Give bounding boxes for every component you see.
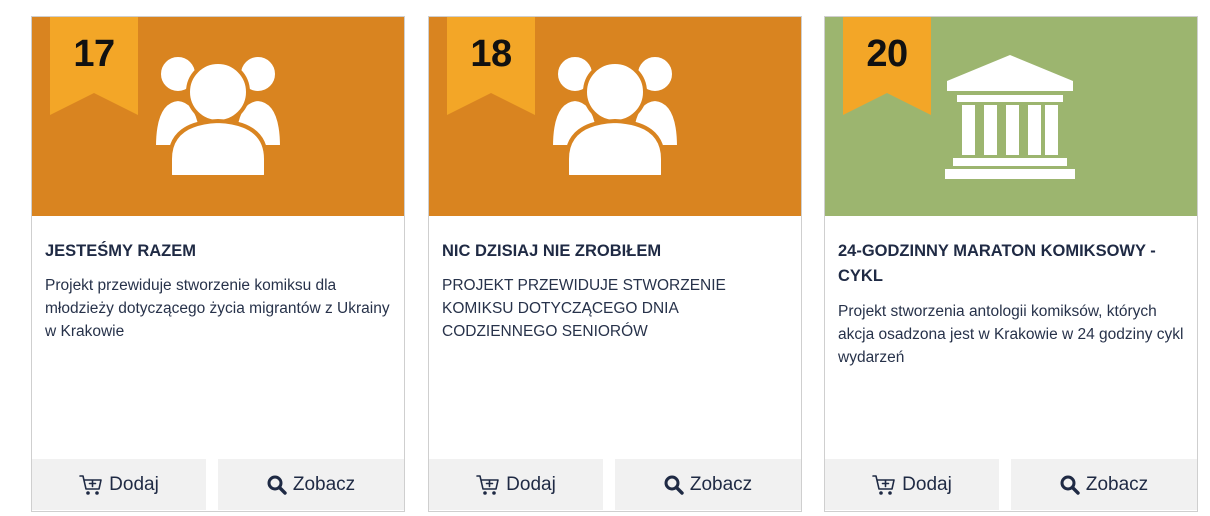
cart-icon: [872, 474, 895, 495]
search-icon: [664, 475, 684, 495]
people-group-icon: [154, 55, 282, 177]
search-icon: [1060, 475, 1080, 495]
badge-number: 17: [73, 33, 115, 75]
view-button[interactable]: Zobacz: [218, 459, 404, 510]
add-button-label: Dodaj: [902, 473, 952, 495]
badge-number: 20: [866, 33, 908, 75]
card-title[interactable]: JESTEŚMY RAZEM: [45, 239, 395, 264]
view-button-label: Zobacz: [292, 473, 356, 495]
cart-icon: [79, 474, 102, 495]
view-button[interactable]: Zobacz: [615, 459, 801, 510]
number-badge: 20: [843, 17, 931, 115]
card-description: Projekt przewiduje stworzenie komiksu dl…: [45, 277, 390, 340]
view-button-label: Zobacz: [1085, 473, 1149, 495]
add-to-cart-button[interactable]: Dodaj: [32, 459, 206, 510]
add-to-cart-button[interactable]: Dodaj: [825, 459, 999, 510]
search-icon: [267, 475, 287, 495]
card-description: Projekt stworzenia antologii komiksów, k…: [838, 303, 1184, 366]
project-card: 18 NIC DZISIAJ NIE ZROBIŁEM PROJEKT PRZE…: [428, 16, 802, 512]
card-image[interactable]: 17: [32, 17, 404, 216]
add-to-cart-button[interactable]: Dodaj: [429, 459, 603, 510]
number-badge: 17: [50, 17, 138, 115]
add-button-label: Dodaj: [109, 473, 159, 495]
badge-number: 18: [470, 33, 512, 75]
view-button[interactable]: Zobacz: [1011, 459, 1197, 510]
card-description: PROJEKT PRZEWIDUJE STWORZENIE KOMIKSU DO…: [442, 277, 726, 340]
cart-icon: [476, 474, 499, 495]
institution-building-icon: [945, 55, 1075, 179]
view-button-label: Zobacz: [689, 473, 753, 495]
add-button-label: Dodaj: [506, 473, 556, 495]
card-image[interactable]: 18: [429, 17, 801, 216]
project-card: 20 24-GODZINNY MARATON KOMIKSOWY - CYKL …: [824, 16, 1198, 512]
number-badge: 18: [447, 17, 535, 115]
card-title[interactable]: NIC DZISIAJ NIE ZROBIŁEM: [442, 239, 792, 264]
card-title[interactable]: 24-GODZINNY MARATON KOMIKSOWY - CYKL: [838, 239, 1188, 289]
project-card: 17 JESTEŚMY RAZEM Projekt przewiduje stw…: [31, 16, 405, 512]
card-image[interactable]: 20: [825, 17, 1197, 216]
people-group-icon: [551, 55, 679, 177]
